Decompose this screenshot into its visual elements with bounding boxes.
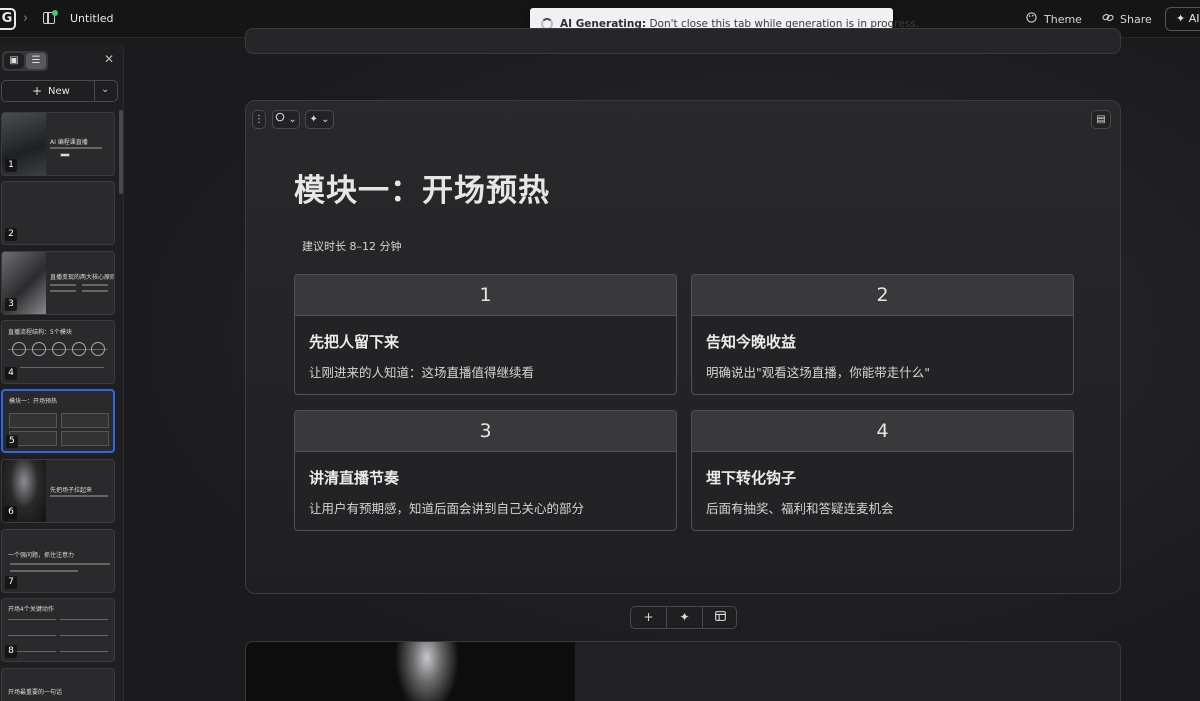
palette-icon (1026, 12, 1040, 26)
list-view-icon[interactable]: ☰ (26, 53, 46, 69)
slide-thumbnail-7[interactable]: 一个强问题，抓住注意力 7 (1, 529, 115, 593)
slide-thumbnail-1[interactable]: AI 编程课直播 1 (1, 112, 115, 176)
theme-button[interactable]: Theme (1026, 12, 1082, 26)
link-icon (1102, 12, 1116, 26)
card-notes-icon[interactable]: ▤ (1091, 110, 1111, 129)
new-slide-button[interactable]: + New ⌄ (1, 80, 118, 102)
slide-thumbnail-4[interactable]: 直播流程结构：5个模块 4 (1, 320, 115, 384)
content-box-4[interactable]: 4 埋下转化钩子 后面有抽奖、福利和答疑连麦机会 (691, 410, 1074, 531)
box-number: 1 (295, 275, 676, 316)
slide-title[interactable]: 模块一：开场预热 (294, 165, 550, 210)
doc-title[interactable]: Untitled (70, 12, 114, 25)
slide-thumbnail-3[interactable]: 直播变现的两大核心原则 3 (1, 251, 115, 315)
slide-thumbnail-2[interactable]: 2 (1, 181, 115, 245)
ai-button[interactable]: ✦ AI (1165, 7, 1200, 31)
close-icon[interactable]: ✕ (104, 52, 114, 66)
share-label: Share (1120, 13, 1152, 26)
previous-slide-card[interactable] (245, 28, 1121, 54)
box-number: 4 (692, 411, 1073, 452)
plus-icon[interactable]: + (631, 607, 666, 628)
editor-canvas: ⋮ ⌄ ✦ ⌄ ▤ 模块一：开场预热 建议时长 8–12 分钟 1 先把人留下来… (125, 28, 1200, 701)
chevron-down-icon[interactable]: ⌄ (101, 84, 109, 95)
box-number: 3 (295, 411, 676, 452)
content-box-2[interactable]: 2 告知今晚收益 明确说出"观看这场直播，你能带走什么" (691, 274, 1074, 395)
box-title: 告知今晚收益 (706, 333, 797, 351)
theme-label: Theme (1044, 13, 1082, 26)
palette-icon (275, 112, 285, 122)
status-dot (52, 10, 58, 16)
box-body: 让用户有预期感，知道后面会讲到自己关心的部分 (309, 501, 585, 516)
share-button[interactable]: Share (1102, 12, 1152, 26)
next-slide-card[interactable] (245, 641, 1121, 701)
slide-thumbnail-8[interactable]: 开场4个关键动作 8 (1, 598, 115, 662)
plus-icon: + (32, 84, 43, 98)
box-body: 明确说出"观看这场直播，你能带走什么" (706, 365, 930, 380)
sparkle-icon: ✦ (309, 114, 318, 125)
app-logo[interactable]: G (0, 8, 16, 30)
slide-subtitle[interactable]: 建议时长 8–12 分钟 (302, 238, 402, 254)
box-title: 埋下转化钩子 (706, 469, 797, 487)
more-vertical-icon[interactable]: ⋮ (252, 110, 266, 129)
content-box-1[interactable]: 1 先把人留下来 让刚进来的人知道：这场直播值得继续看 (294, 274, 677, 395)
card-style-dropdown[interactable]: ⌄ (272, 110, 300, 129)
sparkle-icon[interactable]: ✦ (667, 607, 702, 628)
box-number: 2 (692, 275, 1073, 316)
box-title: 先把人留下来 (309, 333, 400, 351)
content-box-3[interactable]: 3 讲清直播节奏 让用户有预期感，知道后面会讲到自己关心的部分 (294, 410, 677, 531)
add-card-toolbar: + ✦ (630, 606, 737, 629)
view-toggle: ▣ ☰ (2, 51, 48, 71)
ai-label: AI (1188, 12, 1200, 25)
box-body: 后面有抽奖、福利和答疑连麦机会 (706, 501, 894, 516)
breadcrumb-chevron-icon: › (23, 11, 29, 26)
new-label: New (48, 86, 70, 97)
sidebar-scrollbar[interactable] (119, 110, 123, 194)
spotlight-image (246, 642, 575, 701)
sparkle-icon: ✦ (1176, 12, 1186, 25)
slide-thumbnail-6[interactable]: 先把场子拉起来 6 (1, 459, 115, 523)
slides-sidebar: ▣ ☰ ✕ + New ⌄ AI 编程课直播 1 2 直播变现的两大核心原则 3… (0, 44, 124, 701)
layout-icon[interactable] (703, 607, 738, 628)
slide-thumbnail-5[interactable]: 模块一：开场预热 5 (1, 389, 115, 453)
ai-edit-dropdown[interactable]: ✦ ⌄ (305, 110, 334, 129)
box-body: 让刚进来的人知道：这场直播值得继续看 (309, 365, 535, 380)
slide-thumbnail-9[interactable]: 开场最重要的一句话 (1, 668, 115, 701)
grid-view-icon[interactable]: ▣ (4, 53, 24, 69)
box-title: 讲清直播节奏 (309, 469, 400, 487)
slide-card[interactable]: ⋮ ⌄ ✦ ⌄ ▤ 模块一：开场预热 建议时长 8–12 分钟 1 先把人留下来… (245, 100, 1121, 594)
